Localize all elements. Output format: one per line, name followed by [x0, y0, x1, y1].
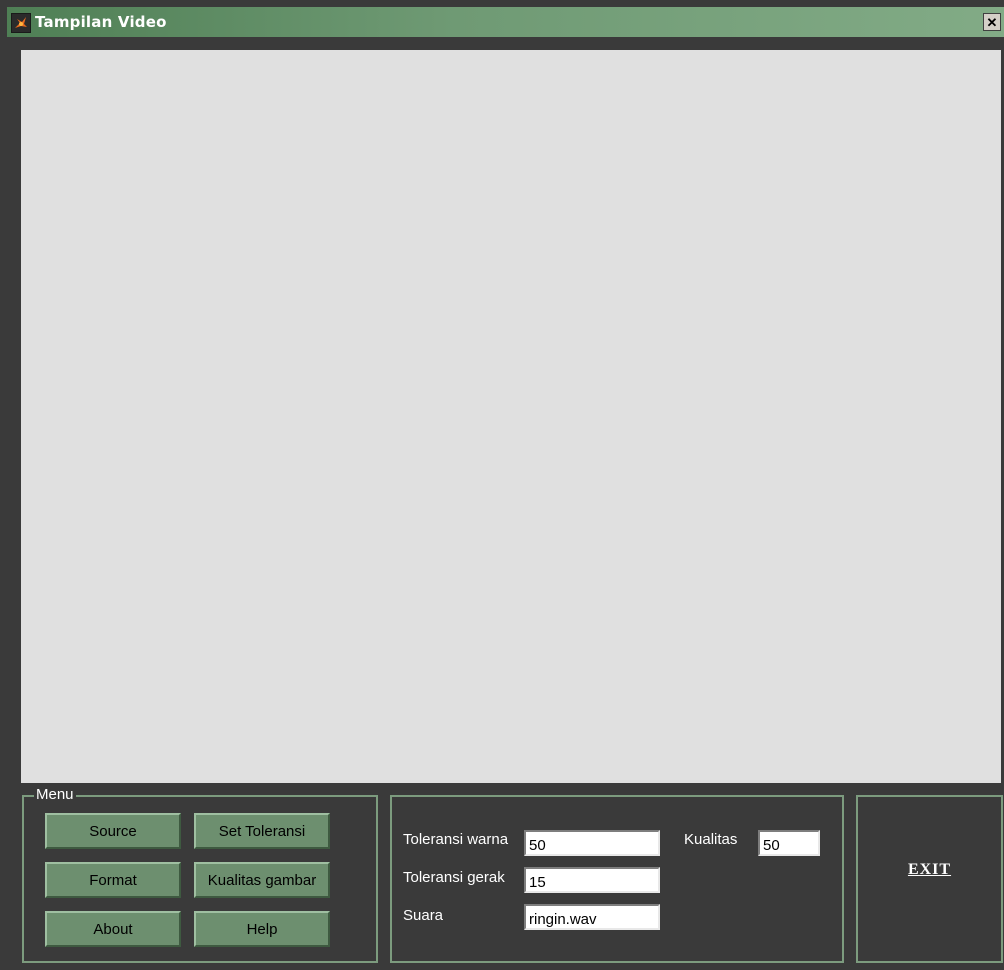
app-icon	[11, 13, 31, 33]
toleransi-warna-label: Toleransi warna	[403, 831, 509, 848]
source-button[interactable]: Source	[45, 813, 181, 849]
kualitas-field[interactable]	[758, 830, 820, 856]
window-title: Tampilan Video	[35, 13, 167, 31]
menu-group: Menu Source Set Toleransi Format Kualita…	[22, 786, 378, 963]
video-display-area	[21, 50, 1001, 783]
toleransi-gerak-field[interactable]	[524, 867, 660, 893]
exit-group: EXIT	[856, 795, 1003, 963]
title-bar[interactable]: Tampilan Video ✕	[7, 7, 1004, 37]
main-window: Tampilan Video ✕ Menu Source Set Toleran…	[7, 7, 1004, 970]
menu-legend: Menu	[34, 786, 76, 804]
kualitas-label: Kualitas	[684, 831, 738, 848]
help-button[interactable]: Help	[194, 911, 330, 947]
toleransi-gerak-label: Toleransi gerak	[403, 869, 505, 886]
close-button[interactable]: ✕	[983, 13, 1001, 31]
toleransi-warna-field[interactable]	[524, 830, 660, 856]
settings-group: Toleransi warna Kualitas Toleransi gerak…	[390, 795, 844, 963]
set-toleransi-button[interactable]: Set Toleransi	[194, 813, 330, 849]
format-button[interactable]: Format	[45, 862, 181, 898]
about-button[interactable]: About	[45, 911, 181, 947]
suara-label: Suara	[403, 907, 444, 924]
close-icon: ✕	[986, 14, 998, 30]
suara-field[interactable]	[524, 904, 660, 930]
exit-button[interactable]: EXIT	[858, 861, 1001, 879]
kualitas-gambar-button[interactable]: Kualitas gambar	[194, 862, 330, 898]
